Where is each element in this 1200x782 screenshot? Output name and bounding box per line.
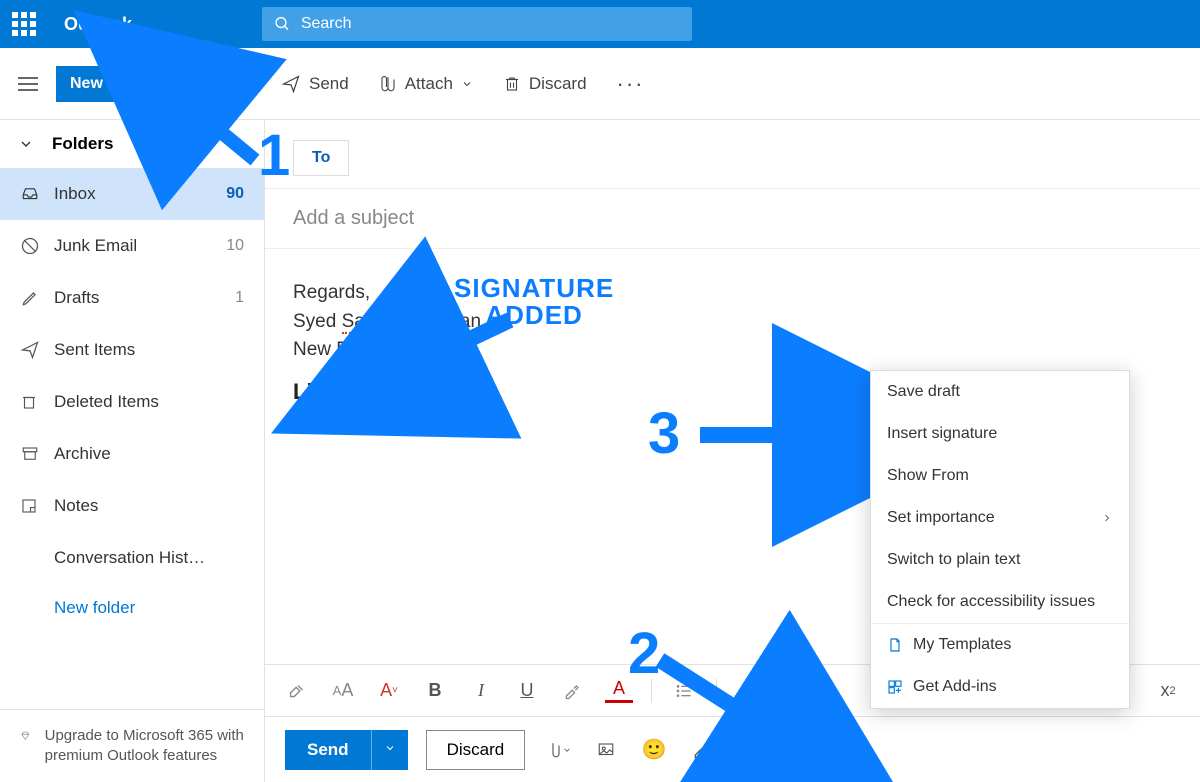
signature-line: New Delhi xyxy=(293,336,1172,365)
send-icon xyxy=(20,340,54,360)
subscript-button[interactable]: x2 xyxy=(1154,680,1182,701)
waffle-icon xyxy=(12,12,36,36)
upgrade-banner[interactable]: Upgrade to Microsoft 365 with premium Ou… xyxy=(0,709,264,782)
folder-label: Conversation Hist… xyxy=(54,548,244,568)
folder-archive[interactable]: Archive xyxy=(0,428,264,480)
chevron-right-icon xyxy=(1101,512,1113,524)
compose-action-bar: Send Discard 🙂 ··· xyxy=(265,716,1200,782)
italic-button[interactable]: I xyxy=(467,680,495,701)
send-button[interactable]: Send xyxy=(285,730,371,770)
folder-drafts[interactable]: Drafts 1 xyxy=(0,272,264,324)
send-command[interactable]: Send xyxy=(281,74,349,94)
pencil-icon xyxy=(20,288,54,308)
emoji-button[interactable]: 🙂 xyxy=(639,735,669,765)
folder-inbox[interactable]: Inbox 90 xyxy=(0,168,264,220)
more-commands[interactable]: ··· xyxy=(617,71,645,97)
indent-button[interactable] xyxy=(781,683,809,699)
folder-conversation-history[interactable]: Conversation Hist… xyxy=(0,532,264,584)
folder-deleted[interactable]: Deleted Items xyxy=(0,376,264,428)
send-icon xyxy=(281,74,301,94)
linkedin-logo[interactable]: Linkedin xyxy=(293,379,391,405)
folders-toggle[interactable]: Folders xyxy=(0,120,264,168)
attach-label: Attach xyxy=(405,74,453,94)
blocked-icon xyxy=(20,236,54,256)
trash-icon xyxy=(503,74,521,94)
signature-line: Regards, xyxy=(293,279,1172,308)
font-size-up[interactable]: AA xyxy=(329,680,357,701)
menu-set-importance[interactable]: Set importance xyxy=(871,497,1129,539)
new-message-button[interactable]: New message xyxy=(56,66,190,102)
send-split-button[interactable]: Send xyxy=(285,730,408,770)
menu-plain-text[interactable]: Switch to plain text xyxy=(871,539,1129,581)
search-input[interactable] xyxy=(301,15,680,33)
folder-label: Archive xyxy=(54,444,244,464)
diamond-icon xyxy=(20,726,31,746)
template-icon xyxy=(887,636,903,654)
send-label: Send xyxy=(309,74,349,94)
folder-notes[interactable]: Notes xyxy=(0,480,264,532)
attach-icon-button[interactable] xyxy=(543,735,573,765)
app-launcher[interactable] xyxy=(0,0,48,48)
trash-icon xyxy=(20,392,54,412)
folder-label: Deleted Items xyxy=(54,392,244,412)
font-color-button[interactable]: A xyxy=(605,678,633,703)
folder-label: Inbox xyxy=(54,184,226,204)
folder-label: Drafts xyxy=(54,288,235,308)
highlight-button[interactable] xyxy=(559,681,587,701)
folders-label: Folders xyxy=(52,134,113,154)
search-icon xyxy=(274,15,291,33)
insert-image-button[interactable] xyxy=(591,735,621,765)
menu-show-from[interactable]: Show From xyxy=(871,455,1129,497)
folder-label: Junk Email xyxy=(54,236,226,256)
menu-accessibility[interactable]: Check for accessibility issues xyxy=(871,581,1129,623)
menu-insert-signature[interactable]: Insert signature xyxy=(871,413,1129,455)
addins-icon xyxy=(887,679,903,695)
upgrade-text: Upgrade to Microsoft 365 with premium Ou… xyxy=(45,726,244,767)
discard-command[interactable]: Discard xyxy=(503,74,587,94)
chevron-down-icon xyxy=(18,136,34,152)
folder-count: 90 xyxy=(226,185,244,203)
signature-line: Syed Sadique Hassan, xyxy=(293,308,1172,337)
folder-sent[interactable]: Sent Items xyxy=(0,324,264,376)
bullets-button[interactable] xyxy=(670,683,698,699)
attach-command[interactable]: Attach xyxy=(379,74,473,94)
folder-junk[interactable]: Junk Email 10 xyxy=(0,220,264,272)
folder-count: 1 xyxy=(235,289,244,307)
menu-get-addins[interactable]: Get Add-ins xyxy=(871,666,1129,708)
to-field-button[interactable]: To xyxy=(293,140,349,176)
folder-label: Notes xyxy=(54,496,244,516)
folder-count: 10 xyxy=(226,237,244,255)
search-box[interactable] xyxy=(262,7,692,41)
note-icon xyxy=(20,497,54,515)
format-painter[interactable] xyxy=(283,680,311,702)
menu-save-draft[interactable]: Save draft xyxy=(871,371,1129,413)
compose-more-menu: Save draft Insert signature Show From Se… xyxy=(870,370,1130,709)
font-size-down[interactable]: A˅ xyxy=(375,680,403,701)
discard-label: Discard xyxy=(529,74,587,94)
bold-button[interactable]: B xyxy=(421,680,449,701)
subject-input[interactable] xyxy=(293,207,1172,230)
new-folder-link[interactable]: New folder xyxy=(0,584,264,632)
menu-my-templates[interactable]: My Templates xyxy=(871,624,1129,666)
folder-label: Sent Items xyxy=(54,340,244,360)
discard-button[interactable]: Discard xyxy=(426,730,526,770)
chevron-down-icon xyxy=(461,78,473,90)
draw-button[interactable] xyxy=(687,735,717,765)
inbox-icon xyxy=(20,185,54,203)
archive-icon xyxy=(20,445,54,463)
send-dropdown[interactable] xyxy=(371,730,408,770)
nav-toggle[interactable] xyxy=(18,77,38,91)
outdent-button[interactable] xyxy=(735,683,763,699)
ellipsis-button[interactable]: ··· xyxy=(783,735,813,765)
paperclip-icon xyxy=(379,74,397,94)
underline-button[interactable]: U xyxy=(513,680,541,701)
more-options-button[interactable] xyxy=(735,735,765,765)
app-name: Outlook xyxy=(64,14,132,35)
